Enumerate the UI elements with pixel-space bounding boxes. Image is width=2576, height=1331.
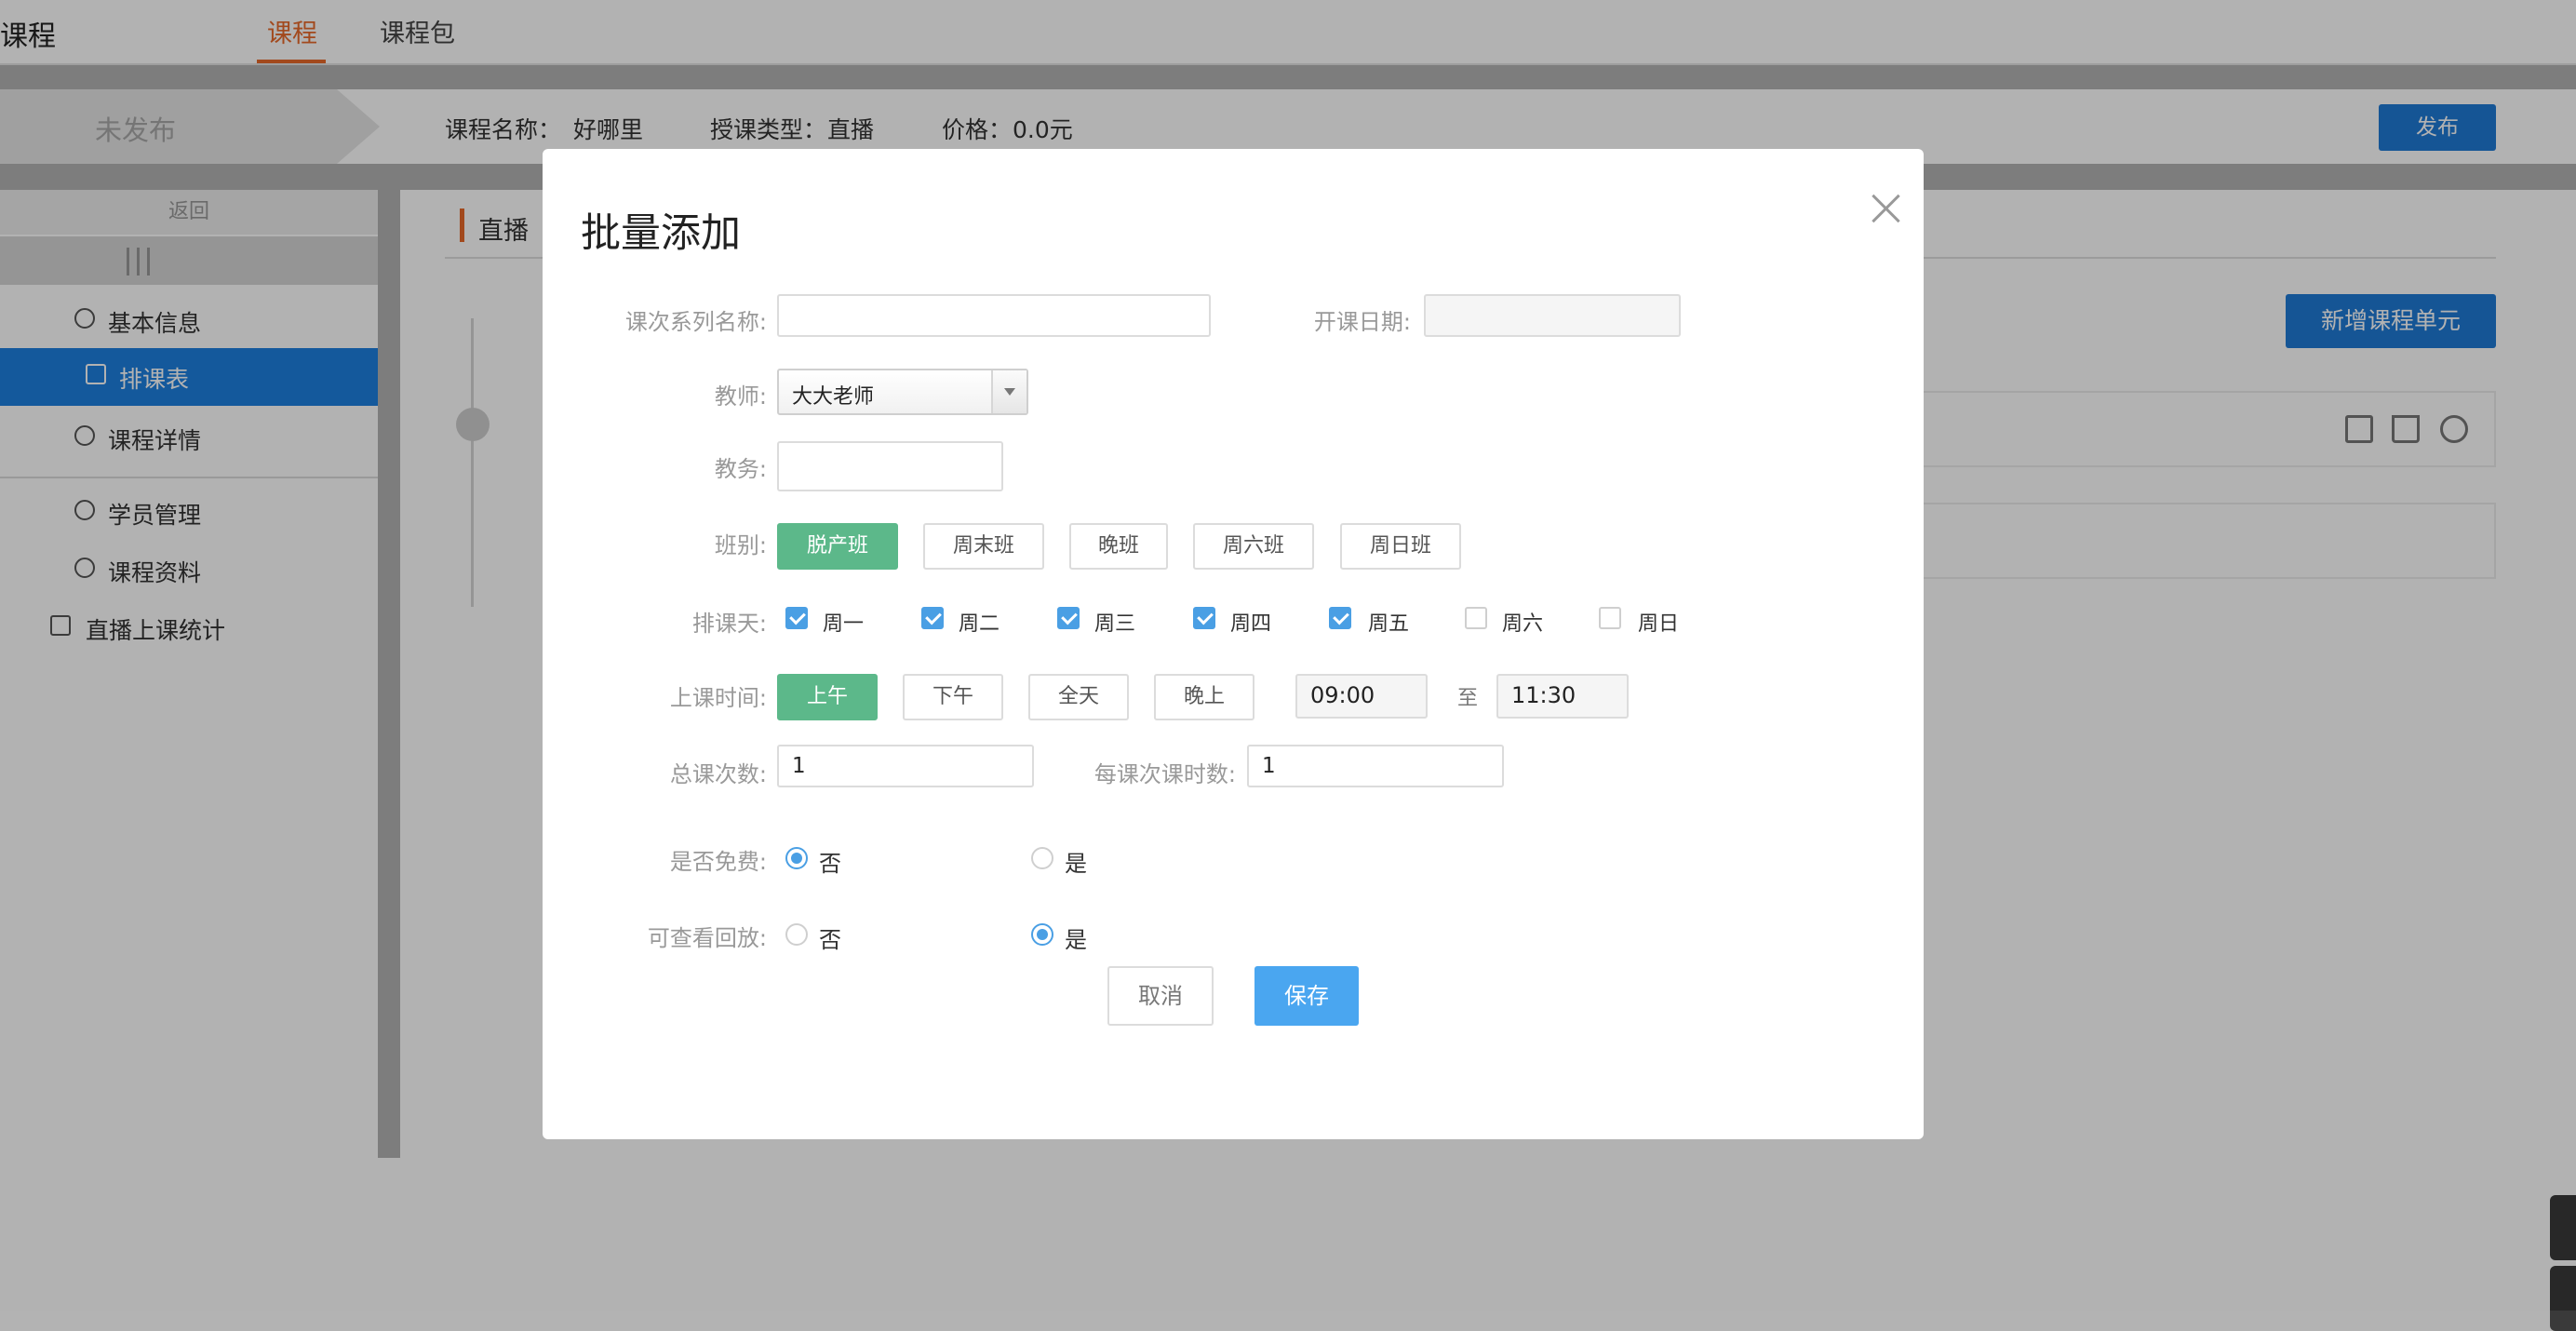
hours-per-session-input[interactable]: 1 (1247, 745, 1504, 787)
radio-replay-no[interactable] (785, 923, 808, 946)
checkbox-thursday[interactable] (1193, 607, 1215, 629)
teacher-select[interactable]: 大大老师 (777, 369, 1028, 415)
checkbox-monday[interactable] (785, 607, 808, 629)
class-type-evening[interactable]: 晚班 (1069, 523, 1168, 570)
series-name-label: 课次系列名称: (624, 309, 767, 335)
checkbox-label: 周四 (1230, 612, 1272, 636)
time-range-separator: 至 (1457, 687, 1479, 710)
radio-label: 否 (819, 851, 841, 877)
time-afternoon[interactable]: 下午 (903, 674, 1003, 720)
radio-label: 是 (1065, 851, 1087, 877)
checkbox-wednesday[interactable] (1057, 607, 1080, 629)
time-evening[interactable]: 晚上 (1154, 674, 1254, 720)
start-date-input[interactable] (1424, 294, 1681, 337)
class-type-saturday[interactable]: 周六班 (1193, 523, 1314, 570)
checkbox-label: 周日 (1638, 612, 1680, 636)
total-sessions-label: 总课次数: (669, 761, 767, 787)
checkbox-tuesday[interactable] (921, 607, 944, 629)
save-button[interactable]: 保存 (1254, 966, 1359, 1026)
checkbox-sunday[interactable] (1599, 607, 1621, 629)
schedule-days-label: 排课天: (691, 611, 767, 637)
total-sessions-input[interactable]: 1 (777, 745, 1034, 787)
checkbox-label: 周三 (1094, 612, 1136, 636)
series-name-input[interactable] (777, 294, 1211, 337)
teacher-label: 教师: (714, 383, 767, 410)
class-time-label: 上课时间: (669, 685, 767, 711)
start-date-label: 开课日期: (1313, 309, 1411, 335)
class-type-label: 班别: (714, 532, 767, 558)
checkbox-label: 周二 (959, 612, 1000, 636)
time-morning[interactable]: 上午 (777, 674, 878, 720)
class-type-sunday[interactable]: 周日班 (1340, 523, 1461, 570)
radio-free-no[interactable] (785, 847, 808, 869)
hours-per-session-label: 每课次课时数: (1093, 761, 1236, 787)
start-time-input[interactable]: 09:00 (1295, 674, 1428, 719)
class-type-fulltime[interactable]: 脱产班 (777, 523, 898, 570)
checkbox-saturday[interactable] (1465, 607, 1487, 629)
replay-label: 可查看回放: (647, 925, 767, 951)
modal-title: 批量添加 (581, 210, 741, 257)
teacher-select-value: 大大老师 (792, 385, 875, 409)
batch-add-modal (543, 149, 1924, 1139)
checkbox-friday[interactable] (1329, 607, 1351, 629)
checkbox-label: 周五 (1368, 612, 1410, 636)
time-all-day[interactable]: 全天 (1028, 674, 1129, 720)
radio-replay-yes[interactable] (1031, 923, 1053, 946)
checkbox-label: 周六 (1502, 612, 1544, 636)
radio-label: 是 (1065, 927, 1087, 953)
radio-free-yes[interactable] (1031, 847, 1053, 869)
admin-input[interactable] (777, 441, 1003, 491)
is-free-label: 是否免费: (669, 849, 767, 875)
radio-label: 否 (819, 927, 841, 953)
admin-label: 教务: (714, 456, 767, 482)
end-time-input[interactable]: 11:30 (1496, 674, 1629, 719)
close-icon[interactable] (1869, 192, 1902, 225)
cancel-button[interactable]: 取消 (1107, 966, 1214, 1026)
checkbox-label: 周一 (823, 612, 865, 636)
class-type-weekend[interactable]: 周末班 (923, 523, 1044, 570)
chevron-down-icon (991, 370, 1026, 413)
